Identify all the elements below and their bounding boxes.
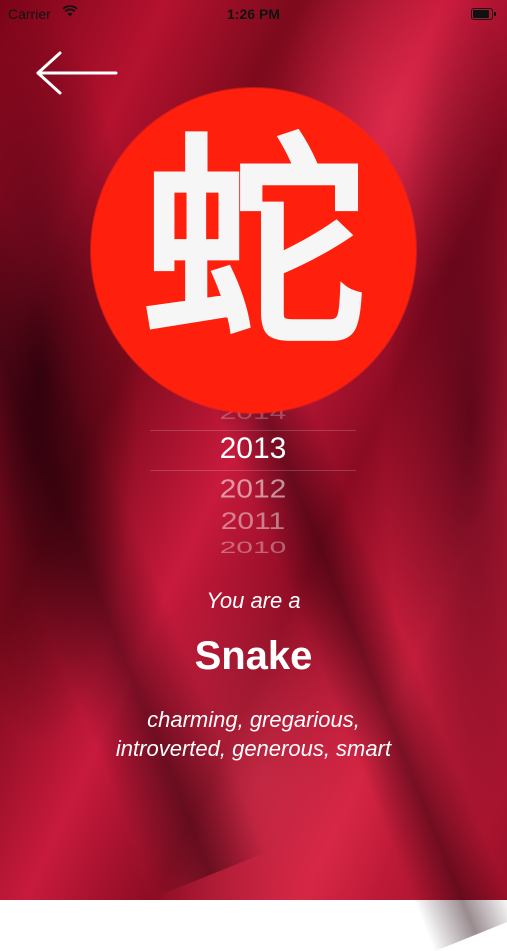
- back-button[interactable]: [34, 50, 120, 96]
- year-option[interactable]: 2012: [150, 476, 356, 505]
- traits-line: introverted, generous, smart: [115, 736, 392, 761]
- year-option[interactable]: 2010: [150, 539, 356, 558]
- year-option-selected[interactable]: 2013: [150, 432, 356, 466]
- zodiac-sign-name: Snake: [194, 634, 313, 678]
- status-bar: Carrier 1:26 PM: [0, 0, 507, 28]
- arrow-left-icon: [36, 51, 118, 95]
- status-time: 1:26 PM: [227, 6, 280, 22]
- zodiac-glyph: 蛇: [141, 115, 366, 377]
- zodiac-traits: charming, gregarious, introverted, gener…: [40, 705, 467, 763]
- picker-selection-top: [150, 430, 356, 431]
- battery-icon: [471, 8, 496, 20]
- battery-level: [473, 10, 490, 18]
- year-option[interactable]: 2011: [150, 508, 356, 535]
- picker-selection-bottom: [150, 470, 356, 471]
- result-intro: You are a: [206, 588, 301, 613]
- traits-line: charming, gregarious,: [147, 707, 360, 732]
- zodiac-badge: 蛇: [91, 88, 416, 413]
- year-picker[interactable]: 2014 2013 2012 2011 2010: [150, 396, 356, 558]
